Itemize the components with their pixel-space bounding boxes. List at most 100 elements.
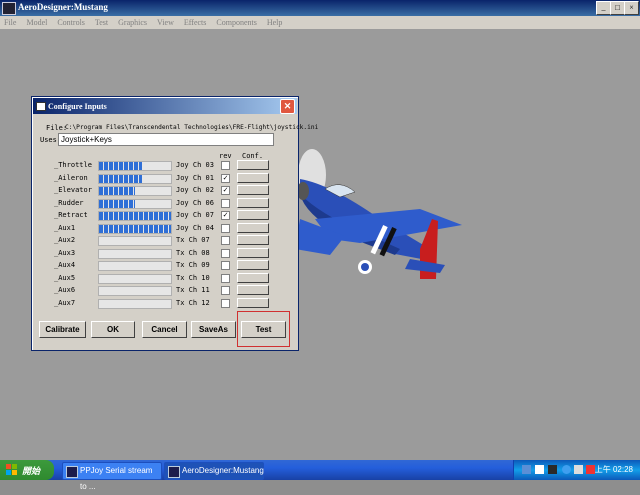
rev-checkbox[interactable] bbox=[221, 161, 230, 170]
conf-button[interactable] bbox=[237, 222, 269, 233]
task-aerodesigner[interactable]: AeroDesigner:Mustang bbox=[164, 462, 264, 480]
system-tray: 上午 02:28 bbox=[513, 460, 640, 480]
rev-checkbox[interactable] bbox=[221, 286, 230, 295]
minimize-button[interactable]: _ bbox=[596, 1, 611, 15]
help-icon[interactable] bbox=[535, 465, 544, 474]
menu-model[interactable]: Model bbox=[26, 16, 47, 29]
menu-test[interactable]: Test bbox=[95, 16, 108, 29]
conf-button[interactable] bbox=[237, 210, 269, 220]
language-icon[interactable] bbox=[562, 465, 571, 474]
level-bar bbox=[98, 236, 172, 246]
input-row: _Throttle Joy Ch 03 bbox=[32, 159, 298, 171]
uses-input[interactable]: Joystick+Keys bbox=[58, 133, 274, 146]
app-icon bbox=[2, 2, 16, 15]
menu-effects[interactable]: Effects bbox=[184, 16, 207, 29]
input-row: _Aileron Joy Ch 01 ✓ bbox=[32, 172, 298, 184]
conf-button[interactable] bbox=[237, 285, 269, 295]
conf-button[interactable] bbox=[237, 160, 269, 170]
input-row: _Rudder Joy Ch 06 bbox=[32, 197, 298, 209]
rev-checkbox[interactable] bbox=[221, 198, 230, 208]
row-channel: Tx Ch 07 bbox=[176, 236, 210, 244]
conf-button[interactable] bbox=[237, 235, 269, 245]
security-icon[interactable] bbox=[586, 465, 595, 474]
level-bar bbox=[98, 248, 172, 259]
start-label: 開始 bbox=[22, 466, 41, 476]
row-channel: Tx Ch 10 bbox=[176, 273, 210, 282]
keyboard-icon[interactable] bbox=[548, 465, 557, 474]
rev-checkbox[interactable]: ✓ bbox=[221, 173, 230, 183]
level-bar bbox=[98, 198, 172, 209]
volume-icon[interactable] bbox=[574, 465, 583, 474]
dialog-icon bbox=[36, 102, 46, 111]
conf-button[interactable] bbox=[237, 197, 269, 208]
row-label: _Aux7 bbox=[54, 298, 76, 307]
maximize-button[interactable]: □ bbox=[610, 1, 625, 15]
level-bar bbox=[98, 261, 172, 271]
menu-file[interactable]: File bbox=[4, 16, 16, 29]
dialog-close-button[interactable]: ✕ bbox=[280, 99, 295, 114]
level-fill bbox=[99, 199, 135, 208]
network-icon[interactable] bbox=[522, 465, 531, 474]
row-channel: Tx Ch 12 bbox=[176, 298, 210, 307]
row-label: _Aux5 bbox=[54, 273, 76, 282]
menu-graphics[interactable]: Graphics bbox=[118, 16, 147, 29]
dialog-titlebar[interactable]: Configure Inputs ✕ bbox=[33, 98, 297, 114]
conf-button[interactable] bbox=[237, 247, 269, 258]
conf-button[interactable] bbox=[237, 185, 269, 195]
row-channel: Joy Ch 01 bbox=[176, 173, 214, 182]
row-channel: Joy Ch 07 bbox=[176, 211, 214, 219]
app-title: AeroDesigner:Mustang bbox=[18, 2, 108, 12]
ok-button[interactable]: OK bbox=[91, 321, 135, 338]
menu-controls[interactable]: Controls bbox=[57, 16, 85, 29]
rev-checkbox[interactable] bbox=[221, 223, 230, 233]
close-button[interactable]: × bbox=[624, 1, 639, 15]
menu-components[interactable]: Components bbox=[216, 16, 256, 29]
row-channel: Tx Ch 11 bbox=[176, 286, 210, 294]
row-label: _Aux6 bbox=[54, 286, 76, 294]
menubar: File Model Controls Test Graphics View E… bbox=[0, 16, 640, 29]
rev-checkbox[interactable] bbox=[221, 261, 230, 270]
rev-checkbox[interactable]: ✓ bbox=[221, 186, 230, 195]
saveas-button[interactable]: SaveAs bbox=[191, 321, 236, 338]
test-button[interactable]: Test bbox=[241, 321, 286, 338]
cancel-button[interactable]: Cancel bbox=[142, 321, 187, 338]
app-icon bbox=[168, 466, 180, 478]
level-bar bbox=[98, 161, 172, 171]
level-fill bbox=[99, 224, 171, 233]
row-label: _Aux1 bbox=[54, 223, 76, 232]
level-bar bbox=[98, 298, 172, 309]
input-row: _Aux7 Tx Ch 12 bbox=[32, 297, 298, 309]
conf-button[interactable] bbox=[237, 260, 269, 270]
input-row: _Retract Joy Ch 07 ✓ bbox=[32, 209, 298, 221]
task-ppjoy[interactable]: PPJoy Serial stream to ... bbox=[62, 462, 162, 491]
level-bar bbox=[98, 186, 172, 196]
menu-help[interactable]: Help bbox=[267, 16, 283, 29]
level-fill bbox=[99, 212, 171, 220]
rev-checkbox[interactable] bbox=[221, 273, 230, 283]
configure-inputs-dialog: Configure Inputs ✕ File: C:\Program File… bbox=[31, 96, 318, 351]
row-label: _Aux4 bbox=[54, 261, 76, 269]
row-label: _Retract bbox=[54, 211, 88, 219]
conf-button[interactable] bbox=[237, 172, 269, 183]
level-fill bbox=[99, 162, 143, 170]
rev-checkbox[interactable]: ✓ bbox=[221, 211, 230, 220]
input-row: _Aux2 Tx Ch 07 bbox=[32, 234, 298, 246]
rev-checkbox[interactable] bbox=[221, 236, 230, 245]
input-row: _Aux4 Tx Ch 09 bbox=[32, 259, 298, 271]
level-bar bbox=[98, 286, 172, 296]
calibrate-button[interactable]: Calibrate bbox=[39, 321, 86, 338]
start-button[interactable]: 開始 bbox=[0, 460, 54, 480]
rev-checkbox[interactable] bbox=[221, 248, 230, 258]
conf-button[interactable] bbox=[237, 297, 269, 308]
rev-checkbox[interactable] bbox=[221, 298, 230, 308]
row-label: _Aileron bbox=[54, 173, 88, 182]
row-label: _Elevator bbox=[54, 186, 92, 194]
level-bar bbox=[98, 211, 172, 221]
app-titlebar[interactable]: AeroDesigner:Mustang _ □ × bbox=[0, 0, 640, 16]
conf-button[interactable] bbox=[237, 272, 269, 283]
row-label: _Throttle bbox=[54, 161, 92, 169]
menu-view[interactable]: View bbox=[157, 16, 174, 29]
level-bar bbox=[98, 223, 172, 234]
row-channel: Tx Ch 08 bbox=[176, 248, 210, 257]
level-bar bbox=[98, 173, 172, 184]
